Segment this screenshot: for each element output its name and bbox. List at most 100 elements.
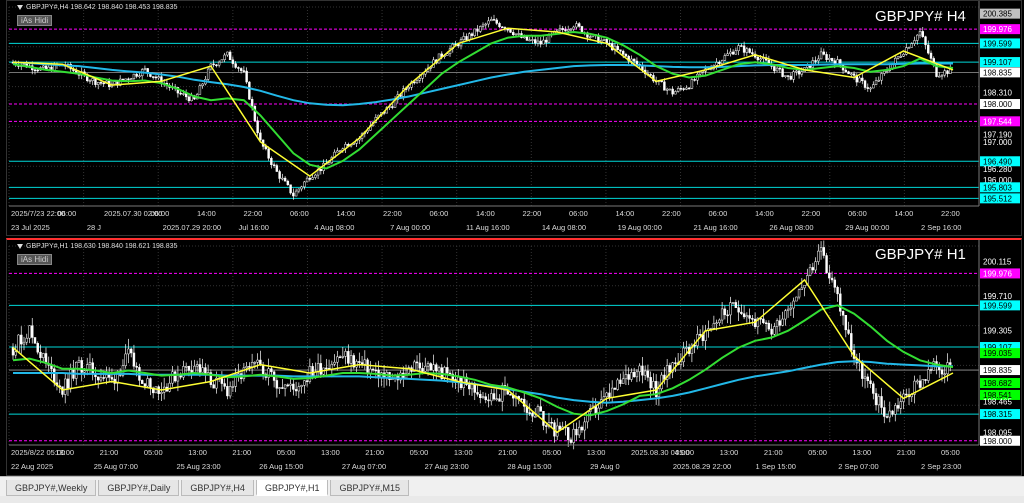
candle-body — [814, 261, 817, 271]
candle-body — [797, 70, 801, 75]
candle-body — [545, 425, 548, 427]
candle-body — [924, 36, 927, 46]
candle-body — [723, 55, 727, 61]
candle-body — [729, 302, 732, 316]
candle-body — [25, 337, 28, 343]
candle-body — [569, 28, 573, 31]
zigzag-line[interactable] — [12, 27, 954, 178]
candle-body — [157, 76, 160, 79]
candle-body — [940, 74, 944, 77]
candle-body — [171, 371, 174, 384]
candle-body — [228, 386, 232, 397]
candle-body — [687, 87, 691, 90]
candle-body — [492, 19, 496, 21]
candle-body — [286, 180, 290, 186]
candle-body — [635, 60, 639, 65]
time-label: 14:00 — [895, 209, 914, 218]
candle-body — [64, 378, 67, 395]
candle-body — [226, 51, 229, 56]
dropdown-triangle-icon — [17, 4, 23, 10]
chart-tab-1[interactable]: GBPJPY#,Daily — [98, 480, 180, 496]
candle-body — [668, 88, 672, 91]
candle-body — [621, 378, 625, 384]
candle-body — [715, 61, 718, 66]
candle-body — [839, 293, 842, 312]
moving-average-fast[interactable] — [12, 30, 954, 170]
candle-body — [484, 23, 487, 26]
candle-body — [124, 78, 127, 81]
price-label: 198.682 — [983, 379, 1012, 388]
candle-body — [75, 361, 78, 379]
candle-body — [825, 54, 828, 60]
candle-body — [248, 81, 251, 100]
time-label: 29 Aug 00:00 — [845, 223, 889, 232]
price-label: 198.315 — [983, 410, 1012, 419]
h4-indicator-button[interactable]: iAs Hidi — [17, 15, 53, 26]
candle-body — [470, 33, 474, 36]
candle-body — [110, 377, 114, 380]
candle-body — [536, 40, 540, 44]
price-label: 198.465 — [983, 397, 1012, 406]
candle-body — [520, 398, 523, 401]
candle-body — [877, 79, 881, 82]
candle-body — [424, 365, 427, 372]
candle-body — [237, 67, 240, 69]
candle-body — [550, 422, 553, 424]
candle-body — [198, 364, 202, 373]
candle-body — [531, 412, 534, 417]
candle-body — [786, 308, 790, 311]
time-label: 22:00 — [383, 209, 402, 218]
candle-body — [371, 368, 375, 371]
candle-body — [723, 308, 727, 316]
time-label: Jul 16:00 — [239, 223, 269, 232]
candle-body — [781, 318, 784, 326]
chart-tab-4[interactable]: GBPJPY#,M15 — [330, 480, 409, 496]
candle-body — [484, 396, 487, 401]
chart-tab-2[interactable]: GBPJPY#,H4 — [181, 480, 254, 496]
candle-body — [643, 370, 647, 376]
candle-body — [173, 371, 177, 382]
price-label: 197.544 — [983, 117, 1012, 126]
candle-body — [407, 87, 411, 90]
candle-body — [918, 380, 922, 388]
candle-body — [866, 87, 870, 89]
h1-chart-panel[interactable]: 200.115 199.976 199.710 199.599 199.305 199.1… — [6, 238, 1022, 476]
zigzag-line[interactable] — [12, 278, 954, 434]
time-label: 14:00 — [476, 209, 495, 218]
candle-body — [616, 45, 619, 51]
chart-tab-3[interactable]: GBPJPY#,H1 — [255, 480, 329, 496]
candle-body — [22, 63, 26, 66]
candle-body — [748, 48, 751, 53]
chart-tab-0[interactable]: GBPJPY#,Weekly — [6, 480, 97, 496]
h1-indicator-button[interactable]: iAs Hidi — [17, 254, 53, 265]
price-label: 199.035 — [983, 349, 1012, 358]
h4-plot[interactable]: 200.385 199.976 199.599 199.107198.835 198.3… — [7, 1, 1022, 236]
candle-body — [498, 23, 501, 28]
h1-plot[interactable]: 200.115199.976199.710199.599199.305199.1… — [7, 240, 1022, 476]
candle-body — [844, 69, 848, 72]
time-label: 14 Aug 08:00 — [542, 223, 586, 232]
candle-body — [811, 267, 815, 271]
candle-body — [33, 69, 37, 72]
candle-body — [490, 393, 493, 402]
candle-body — [877, 396, 881, 406]
candle-body — [693, 79, 696, 81]
candle-body — [325, 367, 328, 370]
candle-body — [314, 174, 317, 178]
candle-body — [215, 64, 218, 67]
candle-body — [792, 300, 795, 309]
h4-chart-panel[interactable]: 200.385 199.976 199.599 199.107 198.835 198.3… — [6, 0, 1022, 236]
candle-body — [682, 347, 685, 363]
candle-body — [275, 380, 279, 389]
moving-average-fast[interactable] — [12, 304, 954, 417]
candle-body — [374, 369, 378, 372]
price-label: 197.000 — [983, 138, 1012, 147]
candle-body — [742, 313, 746, 318]
time-label: 29 Aug 0 — [590, 462, 620, 471]
candle-body — [281, 177, 284, 180]
candle-body — [676, 88, 680, 92]
candle-body — [545, 39, 548, 43]
time-label: 05:00 — [941, 448, 960, 457]
time-label: 21:00 — [498, 448, 517, 457]
candle-body — [632, 58, 636, 62]
